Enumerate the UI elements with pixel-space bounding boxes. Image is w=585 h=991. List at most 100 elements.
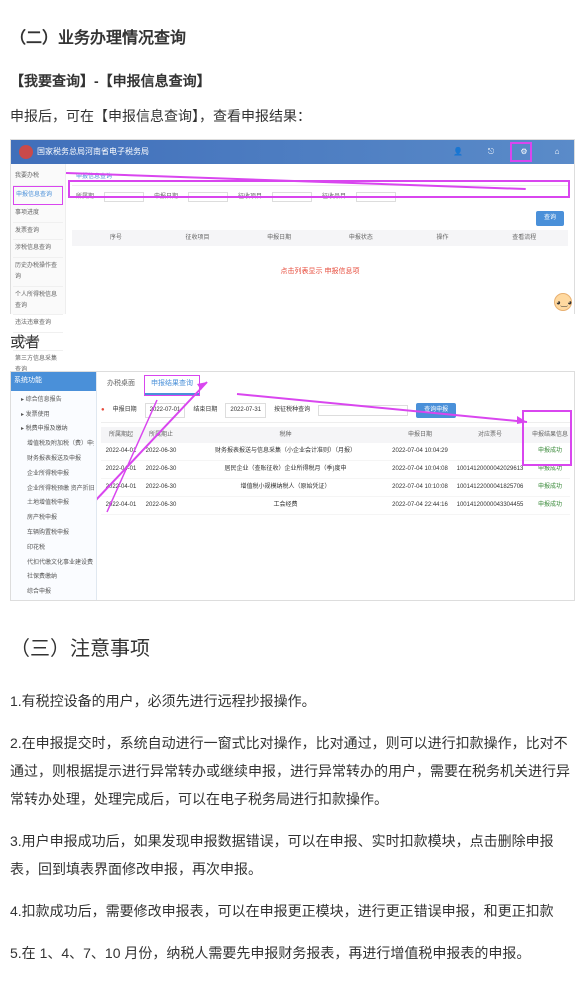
note-3: 3.用户申报成功后，如果发现申报数据错误，可以在申报、实时扣款模块，点击删除申报… [10,827,575,883]
cell: 2022-06-30 [141,464,181,475]
grid-row: 2022-04-012022-06-30工会经费2022-07-04 22:44… [101,497,570,515]
tree-item[interactable]: 企业所得税预缴 资产折旧申报 [13,482,94,497]
note-1: 1.有税控设备的用户，必须先进行远程抄报操作。 [10,687,575,715]
filter-type-label: 按征税种查询 [274,405,310,416]
th: 操作 [402,233,484,244]
section-3-title: （三）注意事项 [10,631,575,667]
cell: 2022-06-30 [141,500,181,511]
nav-item[interactable]: 我要办税 [13,168,63,186]
exit-icon[interactable]: ⎋ [482,145,500,159]
nav-item-active[interactable]: 申报信息查询 [13,186,63,205]
tree-item[interactable]: 代扣代缴文化事业建设费 [13,556,94,571]
nav-item[interactable]: 历史办税操作查询 [13,258,63,287]
tree-item[interactable]: 社保费缴纳 [13,570,94,585]
tree-item[interactable]: 综合申报 [13,585,94,600]
tree-item[interactable]: 印花税 [13,541,94,556]
cell: 2022-06-30 [141,446,181,457]
cell: 2022-04-01 [101,482,141,493]
tree-item[interactable]: 增值税及附加税（费）申报 [13,437,94,452]
cell: 居民企业（查账征收）企业所得税月（季)度申 [181,464,390,475]
right-panel: 办税桌面 申报结果查询 ● 申报日期 2022-07-01 结束日期 2022-… [97,372,574,600]
tree-item[interactable]: 房产税申报 [13,511,94,526]
nav-item[interactable]: 涉税信息查询 [13,240,63,258]
screenshot-1: 国家税务总局河南省电子税务局 👤 ⎋ ⚙ ⌂ 我要办税 申报信息查询 事项进度 … [10,139,575,314]
cell: 财务报表报送与信息采集（小企业会计准则）（月报） [181,446,390,457]
date-end-input[interactable]: 2022-07-31 [225,403,266,418]
cell: 增值税小规模纳税人（原始凭证） [181,482,390,493]
th: 申报状态 [320,233,402,244]
tree-item[interactable]: 土地增值税申报 [13,496,94,511]
tree-item[interactable]: ▸ 发票使用 [13,408,94,423]
cell: 10014120000042029613 [450,464,530,475]
gh: 税种 [181,430,390,441]
home-icon[interactable]: ⌂ [548,145,566,159]
th: 征收项目 [157,233,239,244]
tree-item[interactable]: ▸ 综合信息报告 [13,393,94,408]
highlight-box-header [510,142,532,162]
nav-item[interactable]: 事项进度 [13,205,63,223]
section-2-title: （二）业务办理情况查询 [10,25,575,54]
gh: 对应票号 [450,430,530,441]
cell: 10014120000043304455 [450,500,530,511]
filter-end-label: 结束日期 [193,405,217,416]
tree-panel: 系统功能 ▸ 综合信息报告▸ 发票使用▸ 税费申报及缴纳增值税及附加税（费）申报… [11,372,97,600]
logo-icon [19,145,33,159]
grid-row: 2022-04-012022-06-30财务报表报送与信息采集（小企业会计准则）… [101,443,570,461]
highlight-status-column [522,410,572,466]
tab-query-result[interactable]: 申报结果查询 [145,376,199,395]
side-nav: 我要办税 申报信息查询 事项进度 发票查询 涉税信息查询 历史办税操作查询 个人… [11,164,66,314]
tree-item[interactable]: 企业所得税申报 [13,467,94,482]
tab-desktop[interactable]: 办税桌面 [101,376,141,395]
status-cell: 申报成功 [530,500,570,511]
note-2: 2.在申报提交时，系统自动进行一窗式比对操作，比对通过，则可以进行扣款操作，比对… [10,729,575,813]
gh: 所属期止 [141,430,181,441]
note-5: 5.在 1、4、7、10 月份，纳税人需要先申报财务报表，再进行增值税申报表的申… [10,939,575,967]
type-select[interactable] [318,405,408,416]
or-text: 或者 [10,329,575,356]
table-header: 序号 征收项目 申报日期 申报状态 操作 查看流程 [72,230,568,247]
note-4: 4.扣款成功后，需要修改申报表，可以在申报更正模块，进行更正错误申报，和更正扣款 [10,897,575,925]
date-start-input[interactable]: 2022-07-01 [145,403,186,418]
nav-item[interactable]: 联合激励 [13,333,63,351]
cell: 2022-07-04 22:44:16 [390,500,450,511]
user-icon[interactable]: 👤 [449,145,467,159]
query-button[interactable]: 查询申报 [416,403,456,418]
tree-item[interactable]: 车辆购置税申报 [13,526,94,541]
cell: 2022-06-30 [141,482,181,493]
tree-item[interactable]: 财务报表报送及申报 [13,452,94,467]
result-grid: 所属期起 所属期止 税种 申报日期 对应票号 申报结果信息 2022-04-01… [101,427,570,515]
org-name: 国家税务总局河南省电子税务局 [37,145,149,159]
cell: 工会经费 [181,500,390,511]
screenshot-2: 系统功能 ▸ 综合信息报告▸ 发票使用▸ 税费申报及缴纳增值税及附加税（费）申报… [10,371,575,601]
grid-row: 2022-04-012022-06-30居民企业（查账征收）企业所得税月（季)度… [101,461,570,479]
th: 申报日期 [238,233,320,244]
status-cell: 申报成功 [530,482,570,493]
assistant-avatar-icon[interactable] [554,293,572,311]
cell: 2022-07-04 10:04:29 [390,446,450,457]
cell: 2022-07-04 10:10:08 [390,482,450,493]
section-2-intro: 申报后，可在【申报信息查询】，查看申报结果： [10,104,575,129]
cell [450,446,530,457]
nav-item[interactable]: 个人所得税信息查询 [13,287,63,316]
gh: 申报日期 [390,430,450,441]
hint-text: 点击列表显示 申报信息项 [72,266,568,279]
nav-item[interactable]: 违法违章查询 [13,315,63,333]
search-button[interactable]: 查询 [536,211,564,226]
gh: 所属期起 [101,430,141,441]
tree-header: 系统功能 [11,372,96,391]
main-content: 申报信息查询 所属期 申报日期 征收项目 征收品目 查询 序号 征收项目 申报日… [66,164,574,314]
filter-row: ● 申报日期 2022-07-01 结束日期 2022-07-31 按征税种查询… [101,399,570,423]
filter-start-label: 申报日期 [113,405,137,416]
cell: 2022-04-01 [101,500,141,511]
section-2-subtitle: 【我要查询】-【申报信息查询】 [10,69,575,94]
grid-row: 2022-04-012022-06-30增值税小规模纳税人（原始凭证）2022-… [101,479,570,497]
th: 查看流程 [483,233,565,244]
nav-item[interactable]: 发票查询 [13,223,63,241]
tree-item[interactable]: ▸ 税费申报及缴纳 [13,422,94,437]
cell: 2022-07-04 10:04:08 [390,464,450,475]
cell: 2022-04-01 [101,446,141,457]
cell: 10014122000041825706 [450,482,530,493]
cell: 2022-04-01 [101,464,141,475]
app-header: 国家税务总局河南省电子税务局 👤 ⎋ ⚙ ⌂ [11,140,574,164]
th: 序号 [75,233,157,244]
